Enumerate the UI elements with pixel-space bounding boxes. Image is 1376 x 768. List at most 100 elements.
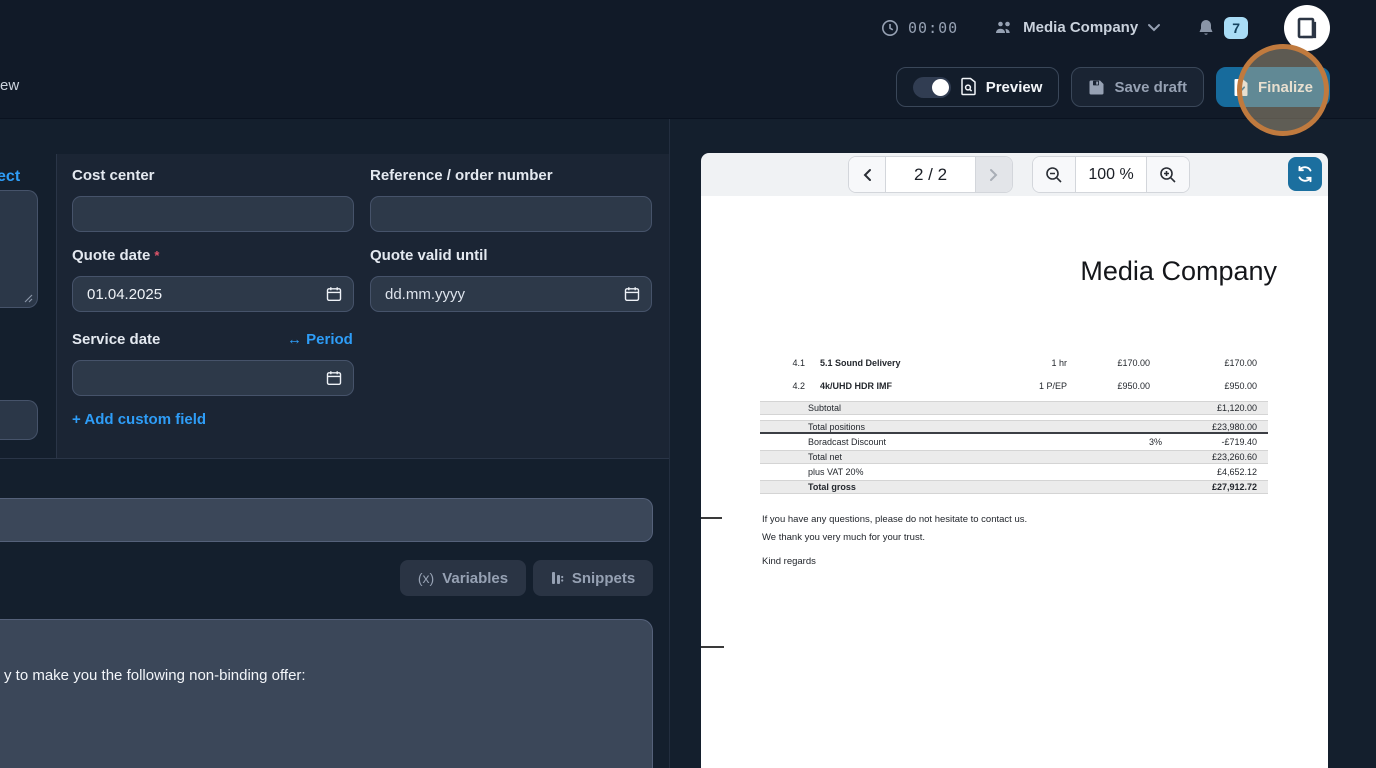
company-name: Media Company xyxy=(1023,19,1138,36)
next-page-button[interactable] xyxy=(976,157,1012,192)
team-icon xyxy=(994,19,1014,37)
summary-row: Total gross £27,912.72 xyxy=(760,480,1268,494)
summary-amount: £4,652.12 xyxy=(1162,467,1257,477)
finalize-doc-check-icon xyxy=(1233,78,1249,97)
quote-valid-until-label: Quote valid until xyxy=(370,247,488,264)
summary-label: Total positions xyxy=(760,422,1042,432)
variables-label: Variables xyxy=(442,570,508,587)
add-custom-field-link[interactable]: + Add custom field xyxy=(72,411,206,428)
document-company-title: Media Company xyxy=(1080,256,1277,287)
clock-icon xyxy=(881,19,899,37)
item-total: £950.00 xyxy=(1150,381,1257,391)
previous-page-button[interactable] xyxy=(849,157,885,192)
zoom-level: 100 % xyxy=(1075,157,1147,192)
document-footer: If you have any questions, please do not… xyxy=(762,511,1027,571)
quote-date-input[interactable] xyxy=(72,276,354,312)
footer-line: If you have any questions, please do not… xyxy=(762,511,1027,529)
reference-input[interactable] xyxy=(370,196,652,232)
item-qty: 1 hr xyxy=(977,358,1067,368)
table-row: 4.2 4k/UHD HDR IMF 1 P/EP £950.00 £950.0… xyxy=(760,374,1268,397)
zoom-in-icon[interactable] xyxy=(1147,157,1189,192)
avatar[interactable] xyxy=(1284,5,1330,51)
variables-icon: (x) xyxy=(418,570,434,586)
clipped-button[interactable] xyxy=(0,400,38,440)
finalize-button[interactable]: Finalize xyxy=(1216,67,1330,107)
summary-row: Subtotal £1,120.00 xyxy=(760,401,1268,415)
item-unit-price: £950.00 xyxy=(1067,381,1150,391)
summary-label: Total gross xyxy=(760,482,1042,492)
zoom-out-icon[interactable] xyxy=(1033,157,1075,192)
summary-rate: 3% xyxy=(1042,437,1162,447)
summary-label: plus VAT 20% xyxy=(760,467,1042,477)
timer-value: 00:00 xyxy=(908,19,958,37)
divider xyxy=(0,458,669,459)
summary-row: Total positions £23,980.00 xyxy=(760,420,1268,434)
pdf-toolbar: 2 / 2 100 % xyxy=(701,153,1328,196)
footer-line: We thank you very much for your trust. xyxy=(762,529,1027,547)
reference-label: Reference / order number xyxy=(370,167,553,184)
fold-mark xyxy=(701,646,724,648)
table-row: 4.1 5.1 Sound Delivery 1 hr £170.00 £170… xyxy=(760,351,1268,374)
preview-label: Preview xyxy=(986,79,1043,96)
service-date-input[interactable] xyxy=(72,360,354,396)
divider xyxy=(56,154,57,458)
select-link[interactable]: Select xyxy=(0,168,20,186)
save-draft-button[interactable]: Save draft xyxy=(1071,67,1204,107)
clipped-textarea[interactable] xyxy=(0,190,38,308)
period-link[interactable]: ↔ Period xyxy=(287,331,353,348)
summary-row: plus VAT 20% £4,652.12 xyxy=(760,464,1268,480)
resize-handle-icon[interactable] xyxy=(24,294,33,303)
company-switcher[interactable]: Media Company xyxy=(994,19,1161,37)
summary-amount: £27,912.72 xyxy=(1162,482,1257,492)
divider xyxy=(669,119,670,768)
cost-center-input[interactable] xyxy=(72,196,354,232)
summary-label: Boradcast Discount xyxy=(760,437,1042,447)
summary-amount: £1,120.00 xyxy=(1162,403,1257,413)
timer: 00:00 xyxy=(881,19,958,37)
chevron-down-icon xyxy=(1147,23,1161,32)
cost-center-label: Cost center xyxy=(72,167,155,184)
summary-amount: £23,980.00 xyxy=(1162,422,1257,432)
page-navigation: 2 / 2 xyxy=(848,156,1013,193)
quote-valid-until-input[interactable] xyxy=(370,276,652,312)
page-title-fragment: ew xyxy=(0,77,19,94)
summary-row: Boradcast Discount 3% -£719.40 xyxy=(760,434,1268,450)
intro-text-fragment: y to make you the following non-binding … xyxy=(4,667,306,684)
preview-toggle-button[interactable]: Preview xyxy=(896,67,1060,107)
quote-date-label: Quote date* xyxy=(72,247,159,264)
snippets-button[interactable]: Snippets xyxy=(533,560,653,596)
footer-line: Kind regards xyxy=(762,553,1027,571)
snippets-label: Snippets xyxy=(572,570,635,587)
notification-count-badge: 7 xyxy=(1224,17,1248,39)
finalize-label: Finalize xyxy=(1258,79,1313,96)
topbar: 00:00 Media Company 7 xyxy=(0,0,1376,55)
invoice-table: 4.1 5.1 Sound Delivery 1 hr £170.00 £170… xyxy=(760,351,1268,494)
intro-textarea[interactable]: y to make you the following non-binding … xyxy=(0,619,653,768)
summary-amount: -£719.40 xyxy=(1162,437,1257,447)
fold-mark xyxy=(701,517,722,519)
item-name: 4k/UHD HDR IMF xyxy=(805,381,977,391)
bell-icon xyxy=(1197,18,1215,38)
preview-file-icon xyxy=(960,77,977,97)
item-total: £170.00 xyxy=(1150,358,1257,368)
item-qty: 1 P/EP xyxy=(977,381,1067,391)
main-content: Select Cost center Reference / order num… xyxy=(0,119,1376,768)
item-name: 5.1 Sound Delivery xyxy=(805,358,977,368)
notifications[interactable]: 7 xyxy=(1197,17,1248,39)
refresh-preview-button[interactable] xyxy=(1288,157,1322,191)
preview-toggle[interactable] xyxy=(913,77,951,98)
pdf-page: Media Company 4.1 5.1 Sound Delivery 1 h… xyxy=(701,196,1328,768)
item-pos: 4.2 xyxy=(760,381,805,391)
actionbar: ew Preview Save draft xyxy=(0,55,1376,119)
save-icon xyxy=(1088,79,1105,96)
snippets-icon xyxy=(551,571,564,585)
variables-button[interactable]: (x) Variables xyxy=(400,560,526,596)
pdf-preview-panel: 2 / 2 100 % xyxy=(701,153,1328,768)
item-unit-price: £170.00 xyxy=(1067,358,1150,368)
text-input[interactable] xyxy=(0,498,653,542)
summary-label: Subtotal xyxy=(760,403,1042,413)
summary-amount: £23,260.60 xyxy=(1162,452,1257,462)
page-indicator: 2 / 2 xyxy=(885,157,976,192)
required-mark: * xyxy=(154,248,159,263)
zoom-controls: 100 % xyxy=(1032,156,1190,193)
